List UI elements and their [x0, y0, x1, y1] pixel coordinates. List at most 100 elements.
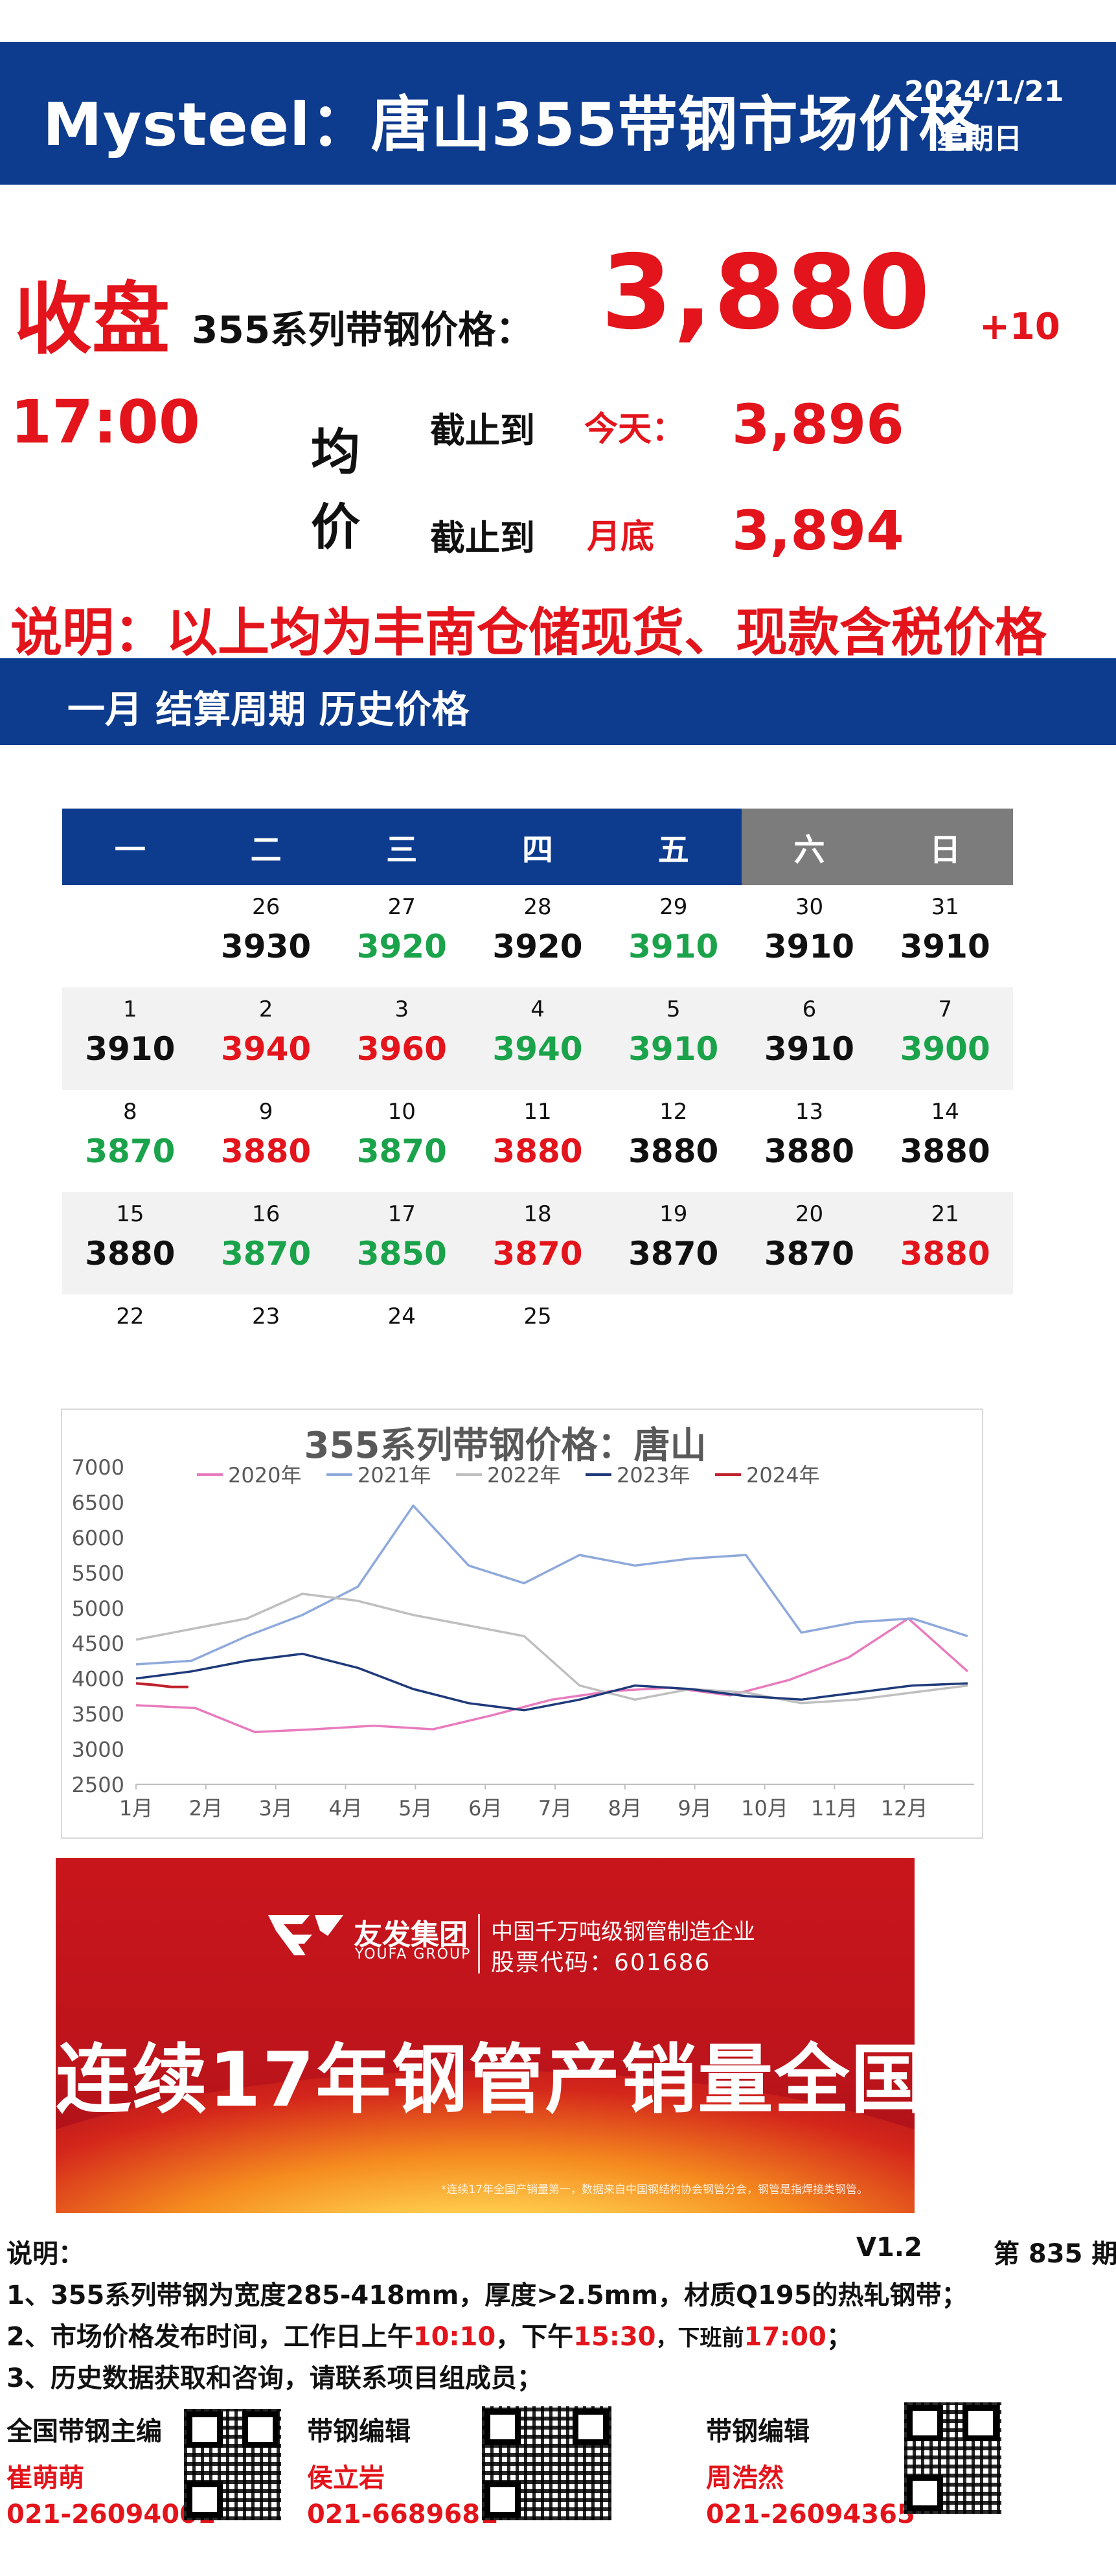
y-tick-label: 4000 [72, 1667, 124, 1692]
today-label: 今天： [584, 410, 686, 449]
today-average: 3,896 [732, 393, 904, 456]
price-calendar: 一 二 三 四 五 六 日 26 3930 27 3920 28 3920 29 3910 30… [62, 809, 1014, 1397]
calendar-day-number: 27 [387, 894, 416, 920]
calendar-day-number: 12 [659, 1099, 688, 1125]
report-date: 2024/1/21 [904, 75, 1064, 108]
price-chart: 7000 6500 6000 5500 5000 4500 4000 3500 3000 2500… [72, 1455, 974, 1821]
legend-label: 2023年 [617, 1463, 690, 1488]
calendar-day-cell: 19 3870 [606, 1192, 742, 1294]
footer-note-2: 2、市场价格发布时间，工作日上午10:10，下午15:30，下班前17:00； [6, 2316, 852, 2353]
calendar-day-cell: 13 3880 [742, 1090, 878, 1192]
calendar-day-number: 20 [795, 1201, 824, 1227]
calendar-day-price: 3910 [628, 928, 719, 965]
calendar-week-row: 26 3930 27 3920 28 3920 29 3910 30 3910 31 3910 [62, 885, 1013, 987]
calendar-day-cell: 15 3880 [62, 1192, 198, 1294]
calendar-day-cell: 5 3910 [606, 987, 742, 1090]
contact-3-qr-code[interactable] [904, 2402, 1001, 2514]
footer-note-2-text-c: ，下班前 [655, 2325, 744, 2351]
close-time: 17:00 [10, 387, 200, 457]
calendar-day-price: 3940 [492, 1030, 583, 1068]
calendar-day-number: 30 [795, 894, 824, 920]
calendar-day-number: 9 [258, 1099, 273, 1125]
footer-issue: 第 835 期 [994, 2239, 1116, 2269]
calendar-header: 一 二 三 四 五 六 日 [62, 809, 1014, 885]
calendar-day-cell: 23 [198, 1294, 334, 1397]
upto-label-month: 截止到 [430, 518, 535, 558]
calendar-day-cell [606, 1294, 742, 1397]
y-tick-label: 5000 [72, 1596, 124, 1621]
x-tick-label: 1月 [119, 1796, 153, 1821]
calendar-day-price: 3850 [356, 1235, 447, 1272]
calendar-day-number: 5 [666, 996, 681, 1022]
calendar-day-price: 3910 [85, 1030, 176, 1068]
ad-divider [478, 1914, 480, 1973]
calendar-day-price: 3960 [356, 1030, 447, 1068]
calendar-day-cell: 8 3870 [62, 1090, 198, 1192]
price-change: +10 [979, 306, 1060, 348]
y-tick-label: 3500 [72, 1702, 124, 1727]
footer-time-close: 17:00 [744, 2322, 826, 2352]
calendar-day-price: 3870 [492, 1235, 583, 1272]
contact-1-qr-code[interactable] [184, 2409, 281, 2520]
x-tick-label: 5月 [398, 1796, 432, 1821]
calendar-day-price: 3880 [628, 1133, 719, 1170]
contact-2-role: 带钢编辑 [307, 2417, 411, 2446]
ad-brand-en: YOUFA GROUP [355, 1946, 472, 1962]
y-tick-label: 5500 [72, 1561, 124, 1585]
calendar-day-price: 3910 [900, 928, 990, 965]
calendar-day-cell: 26 3930 [198, 885, 334, 987]
contact-2-phone[interactable]: 021-6689681 [307, 2500, 498, 2529]
calendar-day-number: 24 [387, 1304, 416, 1329]
weekday-sat: 六 [741, 809, 878, 885]
calendar-day-number: 3 [394, 996, 409, 1022]
calendar-day-cell: 4 3940 [470, 987, 606, 1090]
calendar-day-cell: 3 3960 [334, 987, 470, 1090]
weekday-fri: 五 [605, 809, 742, 885]
series-line-2020年 [135, 1617, 969, 1734]
calendar-day-cell: 20 3870 [742, 1192, 878, 1294]
price-note: 说明：以上均为丰南仓储现货、现款含税价格 [10, 603, 1047, 663]
calendar-day-price: 3920 [356, 928, 447, 965]
calendar-day-price: 3910 [628, 1030, 719, 1068]
x-tick-label: 4月 [328, 1796, 362, 1821]
calendar-day-price: 3870 [85, 1133, 176, 1170]
calendar-day-cell: 17 3850 [334, 1192, 470, 1294]
footer-note-3: 3、历史数据获取和咨询，请联系项目组成员； [6, 2363, 543, 2393]
x-tick-label: 7月 [538, 1796, 572, 1821]
calendar-day-price: 3930 [220, 928, 312, 965]
calendar-day-number: 31 [931, 894, 959, 920]
contact-2-qr-code[interactable] [482, 2406, 611, 2520]
calendar-day-cell: 7 3900 [877, 987, 1013, 1090]
calendar-day-number: 14 [931, 1099, 959, 1125]
calendar-day-price: 3900 [900, 1030, 990, 1068]
calendar-day-price: 3910 [764, 1030, 855, 1068]
calendar-day-cell: 27 3920 [334, 885, 470, 987]
calendar-day-price: 3880 [220, 1133, 312, 1170]
footer-note-2-text-d: ； [826, 2322, 852, 2352]
calendar-day-price: 3870 [220, 1235, 312, 1272]
average-label-2: 价 [311, 498, 360, 556]
calendar-day-number: 21 [931, 1201, 959, 1227]
footer-version: V1.2 [856, 2233, 922, 2262]
calendar-day-cell [742, 1294, 878, 1397]
calendar-day-cell: 14 3880 [877, 1090, 1013, 1192]
x-tick-label: 12月 [881, 1796, 928, 1821]
advertisement-banner[interactable]: 友发集团 YOUFA GROUP 中国千万吨级钢管制造企业 股票代码：60168… [56, 1858, 915, 2213]
ad-stock-code: 股票代码：601686 [491, 1949, 711, 1976]
footer-note-1: 1、355系列带钢为宽度285-418mm，厚度>2.5mm，材质Q195的热轧… [6, 2281, 968, 2310]
x-tick-label: 8月 [608, 1796, 642, 1821]
calendar-day-number: 8 [123, 1099, 137, 1125]
series-line-2021年 [135, 1504, 968, 1666]
month-end-label: 月底 [587, 518, 655, 557]
contact-3-phone[interactable]: 021-26094365 [706, 2500, 915, 2529]
series-line-2024年 [135, 1682, 188, 1688]
weekday-mon: 一 [62, 809, 198, 885]
close-label: 收盘 [14, 275, 170, 365]
calendar-day-number: 7 [938, 996, 952, 1022]
calendar-day-number: 1 [123, 996, 137, 1022]
youfa-logo-icon [268, 1915, 343, 1955]
calendar-day-cell: 30 3910 [742, 885, 878, 987]
x-tick-label: 11月 [811, 1796, 858, 1821]
calendar-day-price: 3880 [900, 1235, 990, 1272]
calendar-day-cell: 1 3910 [62, 987, 198, 1090]
